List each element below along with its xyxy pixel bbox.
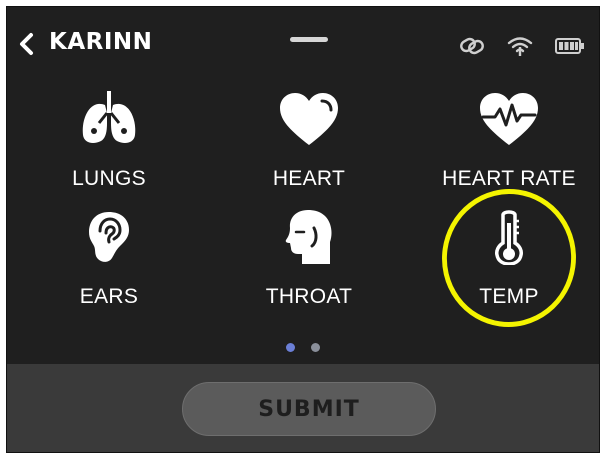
battery-icon [555,37,585,59]
chevron-left-icon [20,33,33,55]
exam-item-lungs[interactable]: LUNGS [19,87,199,199]
thermometer-icon [476,205,542,269]
page-indicator [7,343,599,352]
page-dot[interactable] [311,343,320,352]
wifi-icon [507,35,533,61]
exam-item-label: EARS [79,285,139,308]
exam-item-label: TEMP [479,285,539,308]
footer-bar: SUBMIT [7,364,599,452]
exam-item-temp[interactable]: TEMP [419,205,599,317]
lungs-icon [76,87,142,151]
back-button[interactable] [15,29,39,59]
exam-item-heart[interactable]: HEART [219,87,399,199]
exam-item-label: THROAT [265,285,353,308]
exam-item-ears[interactable]: EARS [19,205,199,317]
drag-handle[interactable] [290,37,328,42]
profile-name: KARINN [49,29,153,55]
ear-icon [76,205,142,269]
exam-grid: LUNGS HEART HEART RATE EARS THROAT TEMP [7,87,599,327]
status-icons [459,35,585,61]
exam-item-heart-rate[interactable]: HEART RATE [419,87,599,199]
throat-icon [276,205,342,269]
top-bar: KARINN [7,7,599,77]
exam-item-label: HEART [272,167,346,190]
link-icon [459,36,485,60]
exam-item-throat[interactable]: THROAT [219,205,399,317]
exam-item-label: HEART RATE [442,167,576,190]
submit-button[interactable]: SUBMIT [182,382,436,436]
exam-item-label: LUNGS [72,167,146,190]
device-screen: KARINN LUNGS HEART HEART RATE EARS THROA… [6,6,600,453]
heart-icon [276,87,342,151]
heart-rate-icon [476,87,542,151]
page-dot-active[interactable] [286,343,295,352]
